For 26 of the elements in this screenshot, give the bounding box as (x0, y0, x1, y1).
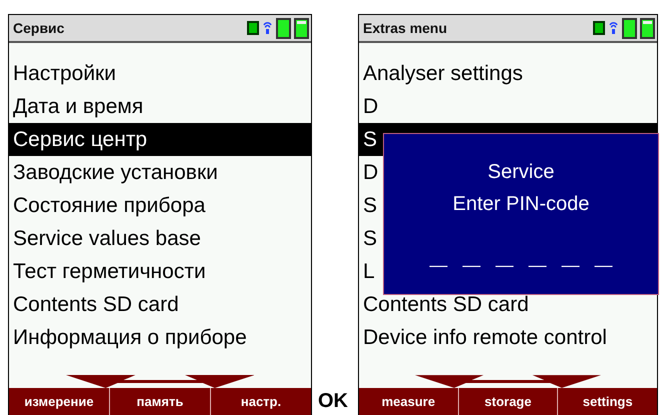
menu-item[interactable]: Device info remote control (359, 321, 657, 354)
dialog-title: Service (488, 160, 554, 185)
menu-item[interactable]: D (359, 90, 657, 123)
battery-icon (640, 18, 655, 38)
dialog-message: Enter PIN-code (452, 192, 590, 217)
wireless-icon (262, 20, 273, 36)
menu-item[interactable]: Состояние прибора (9, 189, 311, 222)
memory-card-icon (247, 21, 259, 35)
menu-item[interactable]: Analyser settings (359, 57, 657, 90)
screen-title: Сервис (13, 20, 64, 36)
ok-key-label: OK (317, 390, 349, 414)
menu-item[interactable]: Сервис центр (9, 123, 311, 156)
menu-item[interactable]: Contents SD card (9, 288, 311, 321)
pin-input-field[interactable]: — — — — — — (429, 255, 612, 276)
menu-item[interactable]: Дата и время (9, 90, 311, 123)
battery-icon (276, 18, 291, 38)
memory-card-icon (593, 21, 605, 35)
wireless-icon (608, 20, 619, 36)
battery-icon (294, 18, 309, 38)
menu-item[interactable]: Информация о приборе (9, 321, 311, 354)
menu-item[interactable]: Service values base (9, 222, 311, 255)
menu-item[interactable]: Настройки (9, 57, 311, 90)
screen-title: Extras menu (363, 20, 448, 36)
menu-item[interactable]: Заводские установки (9, 156, 311, 189)
battery-icon (622, 18, 637, 38)
menu-item[interactable]: Тест герметичности (9, 255, 311, 288)
